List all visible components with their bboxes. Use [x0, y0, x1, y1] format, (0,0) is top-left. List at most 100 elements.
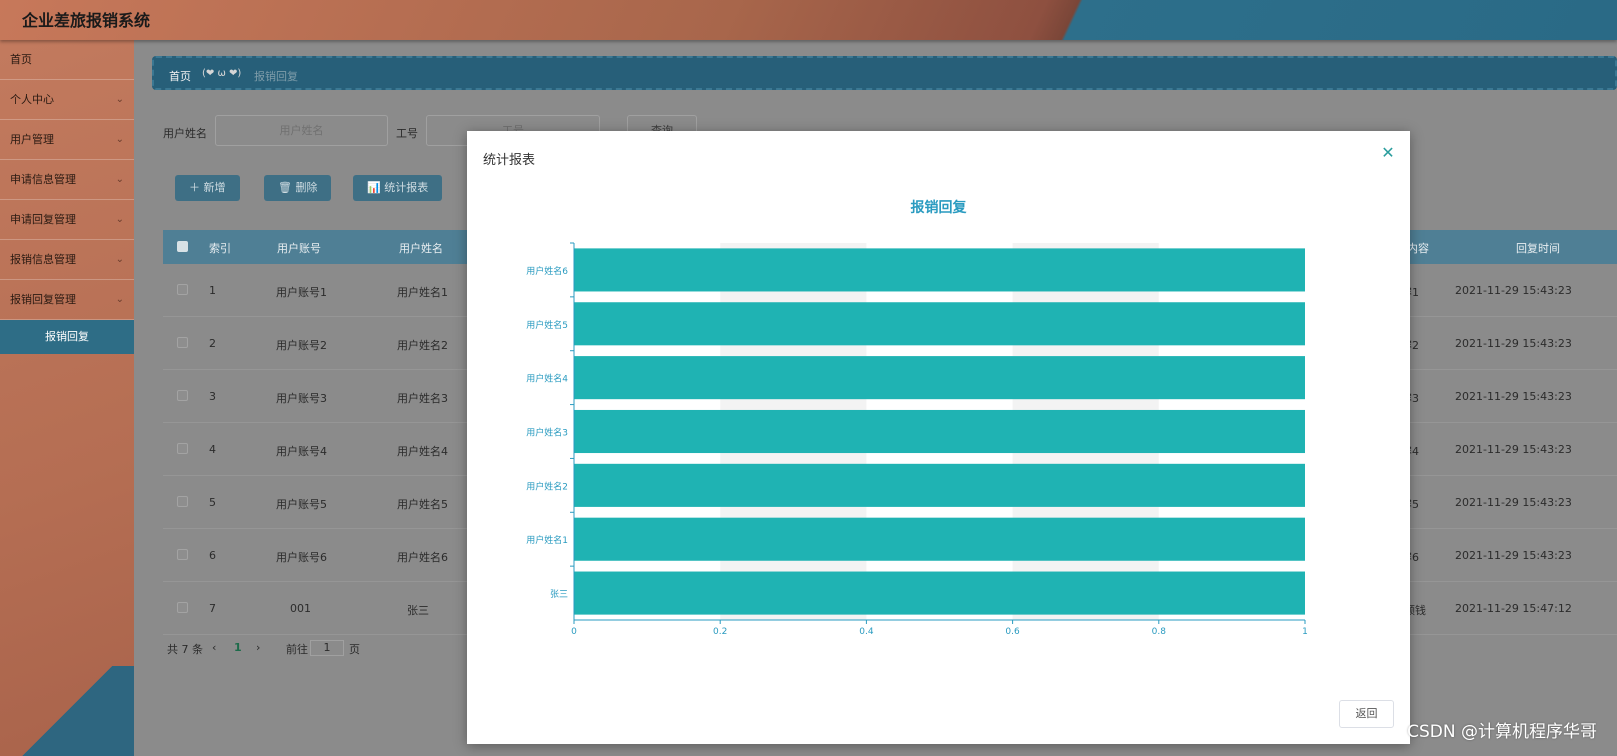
cell-reply-time: 2021-11-29 15:43:23: [1455, 284, 1572, 297]
pagination-page-input[interactable]: 1: [310, 640, 344, 656]
sidebar-item-user-management[interactable]: 用户管理 ⌄: [0, 120, 134, 160]
bar-4: [574, 356, 1305, 400]
cell-index: 1: [209, 284, 216, 297]
cell-reply-time: 2021-11-29 15:43:23: [1455, 496, 1572, 509]
chevron-down-icon: ⌄: [115, 94, 124, 105]
sidebar-item-label: 申请信息管理: [10, 173, 76, 186]
sidebar-subitem-reimbursement-reply[interactable]: 报销回复: [0, 320, 134, 354]
x-tick-label: 0.2: [713, 627, 727, 637]
cell-account: 用户账号4: [276, 445, 327, 458]
delete-button[interactable]: 🗑 删除: [264, 175, 332, 201]
cell-name: 用户姓名3: [397, 392, 448, 405]
back-button[interactable]: 返回: [1339, 700, 1394, 728]
cell-account: 用户账号2: [276, 339, 327, 352]
chevron-down-icon: ⌄: [115, 134, 124, 145]
y-tick-label: 用户姓名1: [526, 534, 568, 546]
column-header-index: 索引: [209, 242, 231, 255]
row-checkbox[interactable]: [177, 390, 188, 401]
bar-3: [574, 409, 1305, 454]
cell-name: 用户姓名4: [397, 445, 448, 458]
y-tick-label: 用户姓名6: [526, 265, 568, 277]
sidebar-item-reimbursement-info[interactable]: 报销信息管理 ⌄: [0, 240, 134, 280]
cell-reply-time: 2021-11-29 15:43:23: [1455, 337, 1572, 350]
sidebar-item-reimbursement-reply[interactable]: 报销回复管理 ⌄: [0, 280, 134, 320]
cell-name: 用户姓名2: [397, 339, 448, 352]
chevron-down-icon: ⌄: [115, 254, 124, 265]
cell-name: 用户姓名1: [397, 286, 448, 299]
app-title: 企业差旅报销系统: [22, 11, 151, 30]
watermark: CSDN @计算机程序华哥: [1407, 722, 1597, 742]
name-filter-label: 用户姓名: [163, 127, 207, 140]
y-tick-label: 用户姓名4: [526, 373, 568, 385]
y-tick-label: 用户姓名5: [526, 319, 568, 331]
bar-2: [574, 463, 1305, 507]
id-filter-label: 工号: [396, 127, 418, 140]
cell-reply-time: 2021-11-29 15:47:12: [1455, 602, 1572, 615]
sidebar-item-label: 报销回复管理: [10, 293, 76, 306]
cell-name: 张三: [407, 604, 429, 617]
sidebar-item-label: 用户管理: [10, 133, 54, 146]
x-tick-label: 0.6: [1005, 627, 1020, 637]
breadcrumb-current: 报销回复: [254, 70, 298, 83]
sidebar-item-home[interactable]: 首页: [0, 40, 134, 80]
breadcrumb-home[interactable]: 首页: [169, 68, 191, 84]
cell-name: 用户姓名5: [397, 498, 448, 511]
x-tick-label: 0.8: [1152, 627, 1167, 637]
row-checkbox[interactable]: [177, 284, 188, 295]
cell-account: 用户账号5: [276, 498, 327, 511]
x-tick-label: 0.4: [859, 627, 874, 637]
y-tick-label: 张三: [550, 589, 568, 600]
row-checkbox[interactable]: [177, 549, 188, 560]
stats-report-button[interactable]: 📊 统计报表: [353, 175, 443, 201]
sidebar-decoration: [0, 666, 134, 756]
cell-index: 3: [209, 390, 216, 403]
column-header-name: 用户姓名: [399, 242, 443, 255]
breadcrumb-face: (❤ ω ❤): [202, 68, 242, 79]
sidebar-item-application-info[interactable]: 申请信息管理 ⌄: [0, 160, 134, 200]
sidebar-item-label: 个人中心: [10, 93, 54, 106]
bar-chart: 张三 用户姓名1 用户姓名2 用户姓名3 用户姓名4 用户姓名5 用户姓名6 0 0.2 0.4 0…: [526, 242, 1308, 637]
bar-1: [574, 517, 1305, 561]
column-header-reply-time: 回复时间: [1516, 242, 1560, 255]
x-tick-label: 0: [571, 627, 577, 637]
pagination-next-icon[interactable]: ›: [256, 641, 260, 654]
cell-index: 2: [209, 337, 216, 350]
name-filter-input[interactable]: 用户姓名: [215, 115, 388, 146]
sidebar: 首页 个人中心 ⌄ 用户管理 ⌄ 申请信息管理 ⌄ 申请回复管理 ⌄ 报销信息管理 ⌄ 报…: [0, 40, 134, 756]
cell-account: 用户账号1: [276, 286, 327, 299]
bar-0: [574, 571, 1305, 615]
breadcrumb: 首页 (❤ ω ❤) 报销回复: [152, 56, 1617, 90]
bar-6: [574, 248, 1305, 292]
y-tick-label: 用户姓名3: [526, 427, 568, 439]
row-checkbox[interactable]: [177, 337, 188, 348]
cell-account: 用户账号3: [276, 392, 327, 405]
chevron-down-icon: ⌄: [115, 174, 124, 185]
cell-account: 用户账号6: [276, 551, 327, 564]
cell-index: 5: [209, 496, 216, 509]
sidebar-item-application-reply[interactable]: 申请回复管理 ⌄: [0, 200, 134, 240]
sidebar-item-label: 首页: [10, 53, 32, 66]
cell-name: 用户姓名6: [397, 551, 448, 564]
x-tick-label: 1: [1302, 627, 1308, 637]
stats-report-dialog: 统计报表 ✕ 报销回复 张三 用户姓名1 用户姓名2 用户姓名3 用户姓名4 用户姓名5 用…: [467, 131, 1410, 744]
chevron-down-icon: ⌄: [115, 214, 124, 225]
pagination-prev-icon[interactable]: ‹: [212, 641, 216, 654]
row-checkbox[interactable]: [177, 496, 188, 507]
cell-reply-time: 2021-11-29 15:43:23: [1455, 443, 1572, 456]
cell-reply-time: 2021-11-29 15:43:23: [1455, 390, 1572, 403]
cell-reply-time: 2021-11-29 15:43:23: [1455, 549, 1572, 562]
sidebar-item-label: 申请回复管理: [10, 213, 76, 226]
sidebar-item-personal-center[interactable]: 个人中心 ⌄: [0, 80, 134, 120]
pagination-current-page[interactable]: 1: [234, 641, 242, 654]
pagination-page-suffix: 页: [349, 643, 360, 656]
row-checkbox[interactable]: [177, 602, 188, 613]
row-checkbox[interactable]: [177, 443, 188, 454]
chevron-down-icon: ⌄: [115, 294, 124, 305]
cell-account: 001: [290, 602, 311, 615]
pagination-total: 共 7 条: [167, 643, 203, 656]
add-button[interactable]: ＋ 新增: [175, 175, 240, 201]
select-all-checkbox[interactable]: [177, 241, 188, 252]
sidebar-item-label: 报销信息管理: [10, 253, 76, 266]
bar-5: [574, 302, 1305, 346]
column-header-account: 用户账号: [277, 242, 321, 255]
